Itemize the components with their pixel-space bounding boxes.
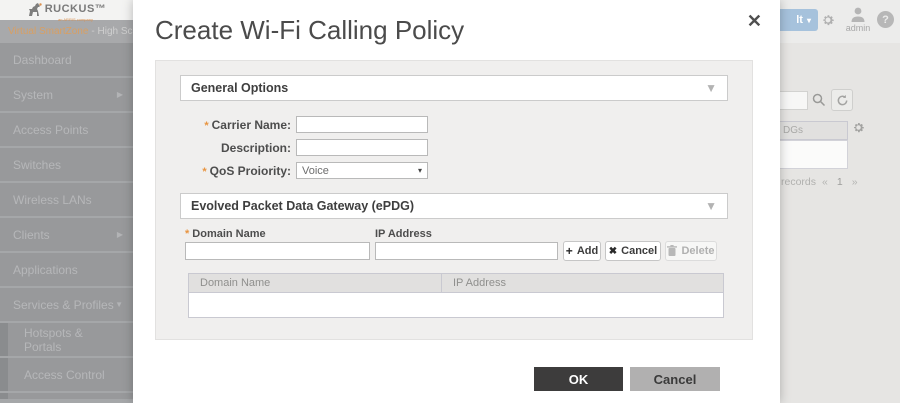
sidebar-item-label: Access Points	[13, 123, 88, 137]
section-title: General Options	[191, 81, 288, 95]
sidebar-item-access-points[interactable]: Access Points	[0, 113, 133, 146]
sidebar-nav: Dashboard System ▶ Access Points Switche…	[0, 43, 133, 399]
create-wifi-calling-policy-dialog: Create Wi-Fi Calling Policy ✕ General Op…	[133, 0, 780, 403]
carrier-name-row: *Carrier Name:	[156, 116, 428, 133]
logo-wordmark: RUCKUS™	[45, 3, 107, 15]
grid-header-partial-label: DGs	[783, 125, 803, 136]
ok-button[interactable]: OK	[534, 367, 623, 391]
sidebar-item-system[interactable]: System ▶	[0, 78, 133, 111]
section-title: Evolved Packet Data Gateway (ePDG)	[191, 199, 414, 213]
epdg-table-body-empty	[188, 293, 724, 318]
plus-icon: +	[566, 244, 573, 258]
delete-button-label: Delete	[681, 245, 714, 257]
x-icon: ✖	[609, 246, 617, 257]
help-icon[interactable]: ?	[877, 11, 894, 28]
description-row: Description:	[156, 139, 428, 156]
search-icon[interactable]	[812, 93, 826, 107]
column-header-domain-name: Domain Name	[189, 274, 442, 292]
sidebar-item-dashboard[interactable]: Dashboard	[0, 43, 133, 76]
delete-epdg-button[interactable]: Delete	[665, 241, 717, 261]
qos-priority-row: *QoS Proiority: Voice ▾	[156, 162, 428, 179]
expand-arrow-icon: ▶	[117, 230, 123, 239]
section-epdg[interactable]: Evolved Packet Data Gateway (ePDG) ▼	[180, 193, 728, 219]
sidebar: RUCKUS™ an ARRIS company Virtual SmartZo…	[0, 0, 133, 403]
chevron-down-icon: ▾	[807, 16, 811, 25]
sidebar-item-label: Hotspots & Portals	[24, 326, 123, 354]
sidebar-item-label: Access Control	[24, 368, 105, 382]
sidebar-item-services-profiles[interactable]: Services & Profiles ▼	[0, 288, 133, 321]
product-name: Virtual SmartZone	[8, 26, 88, 37]
required-mark: *	[202, 166, 206, 178]
qos-priority-label: *QoS Proiority:	[156, 164, 291, 178]
refresh-button[interactable]	[831, 89, 853, 111]
sidebar-item-switches[interactable]: Switches	[0, 148, 133, 181]
required-mark: *	[185, 228, 189, 240]
sidebar-item-label: Services & Profiles	[13, 298, 114, 312]
domain-selector-label: lt	[796, 14, 803, 26]
qos-priority-select[interactable]: Voice ▾	[296, 162, 428, 179]
collapse-arrow-icon: ▼	[115, 300, 123, 309]
sidebar-item-label: Switches	[13, 158, 61, 172]
sidebar-item-access-control[interactable]: Access Control	[0, 358, 133, 391]
cancel-button[interactable]: Cancel	[630, 367, 720, 391]
admin-username: admin	[845, 23, 871, 33]
sidebar-item-label: Dashboard	[13, 53, 72, 67]
trash-icon	[667, 245, 677, 257]
collapse-section-icon[interactable]: ▼	[705, 81, 717, 95]
sidebar-item-wireless-lans[interactable]: Wireless LANs	[0, 183, 133, 216]
dialog-form-panel: General Options ▼ *Carrier Name: Descrip…	[155, 60, 753, 340]
section-general-options[interactable]: General Options ▼	[180, 75, 728, 101]
logo-subtext: an ARRIS company	[45, 17, 107, 22]
grid-settings-gear-icon[interactable]	[852, 121, 865, 134]
sidebar-item-applications[interactable]: Applications	[0, 253, 133, 286]
sidebar-item-label: System	[13, 88, 53, 102]
close-icon[interactable]: ✕	[747, 11, 762, 32]
required-mark: *	[204, 120, 208, 132]
ruckus-logo[interactable]: RUCKUS™ an ARRIS company	[0, 0, 133, 20]
description-label: Description:	[156, 141, 291, 155]
add-button-label: Add	[577, 245, 598, 257]
sidebar-item-clients[interactable]: Clients ▶	[0, 218, 133, 251]
epdg-table: Domain Name IP Address	[188, 273, 724, 318]
help-glyph: ?	[882, 14, 889, 26]
domain-name-input[interactable]	[185, 242, 370, 260]
records-label: records	[781, 176, 816, 188]
column-header-ip-address: IP Address	[442, 274, 506, 292]
admin-user-menu[interactable]: admin	[845, 7, 871, 33]
product-name-bar: Virtual SmartZone - High Scale	[0, 20, 133, 43]
epdg-table-header: Domain Name IP Address	[188, 273, 724, 293]
cancel-button-label: Cancel	[621, 245, 657, 257]
add-epdg-button[interactable]: + Add	[563, 241, 601, 261]
ruckus-dog-icon	[27, 3, 42, 17]
sidebar-item-hotspots-portals[interactable]: Hotspots & Portals	[0, 323, 133, 356]
cancel-epdg-button[interactable]: ✖ Cancel	[605, 241, 661, 261]
collapse-section-icon[interactable]: ▼	[705, 199, 717, 213]
carrier-name-label: *Carrier Name:	[156, 118, 291, 132]
pager-current-page[interactable]: 1	[837, 176, 843, 188]
ip-address-label: IP Address	[375, 228, 432, 240]
refresh-icon	[836, 94, 849, 107]
qos-priority-value: Voice	[302, 165, 329, 177]
settings-gear-icon[interactable]	[821, 13, 835, 27]
sidebar-item-label: Applications	[13, 263, 78, 277]
sidebar-item-partial	[0, 393, 133, 399]
dialog-title: Create Wi-Fi Calling Policy	[155, 15, 464, 46]
sidebar-item-label: Wireless LANs	[13, 193, 92, 207]
description-input[interactable]	[296, 139, 428, 156]
carrier-name-input[interactable]	[296, 116, 428, 133]
pagination: « 1 »	[822, 176, 858, 188]
expand-arrow-icon: ▶	[117, 90, 123, 99]
ip-address-input[interactable]	[375, 242, 558, 260]
pager-next-icon[interactable]: »	[852, 176, 858, 188]
pager-prev-icon[interactable]: «	[822, 176, 828, 188]
domain-name-label: *Domain Name	[185, 228, 266, 240]
user-avatar-icon	[849, 7, 867, 22]
screen: RUCKUS™ an ARRIS company Virtual SmartZo…	[0, 0, 900, 403]
chevron-down-icon: ▾	[418, 166, 422, 175]
sidebar-item-label: Clients	[13, 228, 50, 242]
